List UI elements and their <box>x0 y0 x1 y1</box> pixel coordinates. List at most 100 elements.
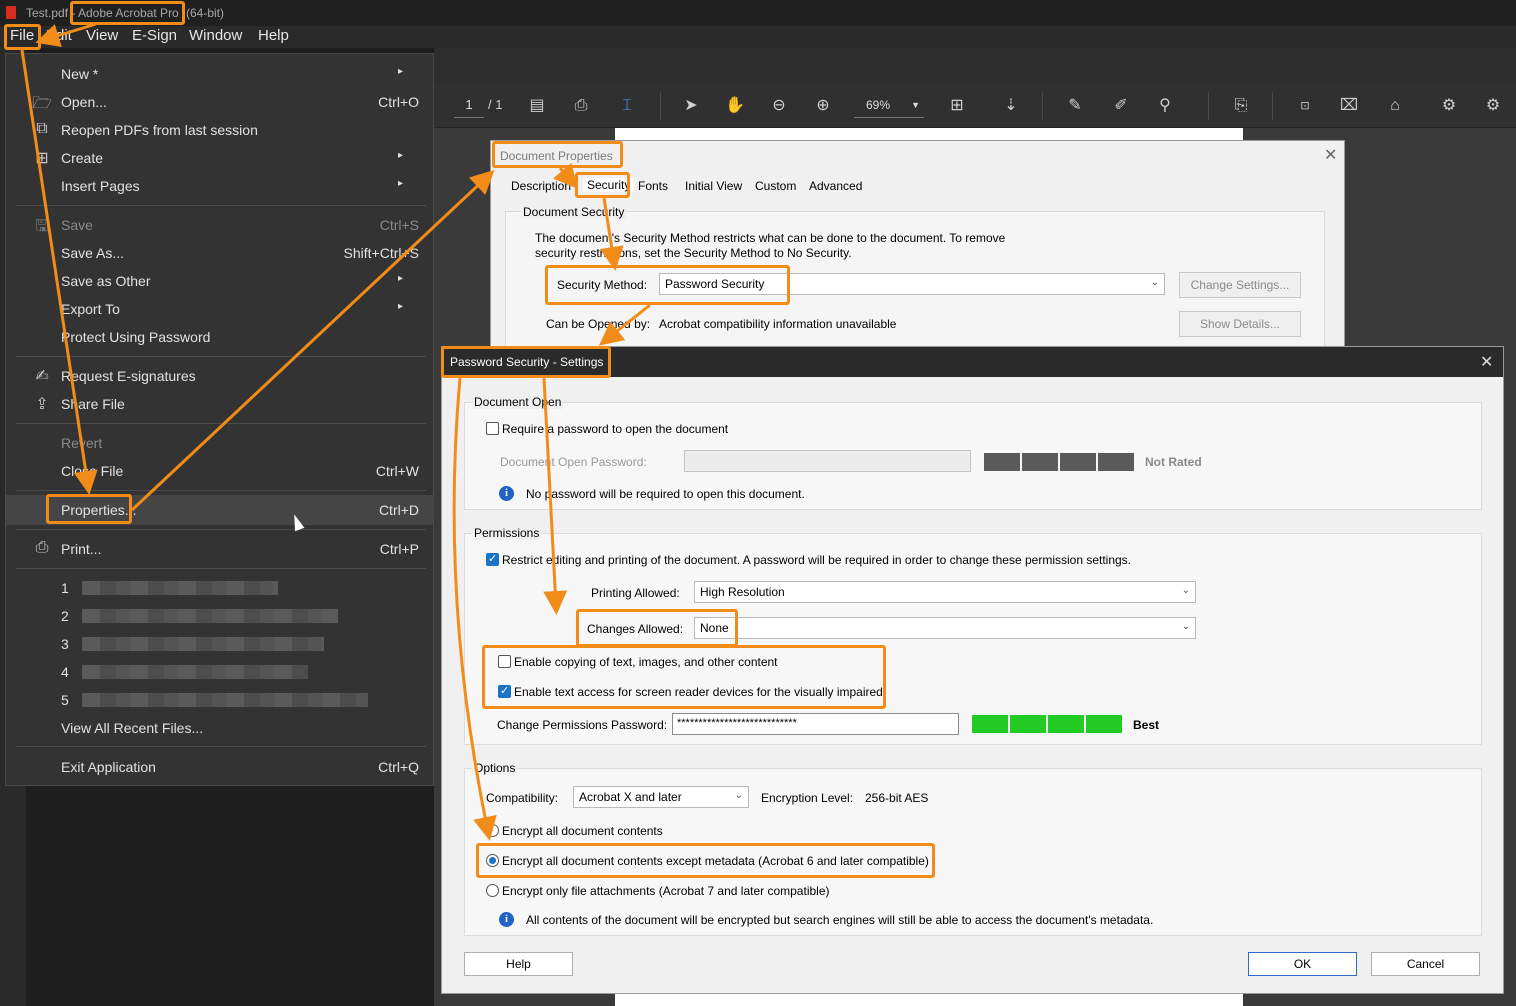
page-thumbnails-icon[interactable]: ▤ <box>526 95 548 117</box>
menu-item-protect[interactable]: Protect Using Password <box>6 325 433 349</box>
chevron-down-icon: ⌄ <box>734 790 743 801</box>
compatibility-select[interactable]: Acrobat X and later ⌄ <box>573 786 749 808</box>
recent-file-number: 2 <box>61 608 69 624</box>
menu-help[interactable]: Help <box>258 27 289 44</box>
menu-item-new[interactable]: New * ▸ <box>6 62 433 86</box>
stamp-icon[interactable]: ⚲ <box>1154 95 1176 117</box>
page-display-icon[interactable]: ⊞ <box>946 95 968 117</box>
chevron-down-icon: ⌄ <box>1181 585 1190 596</box>
encrypt-attachments-radio[interactable] <box>486 884 499 897</box>
menu-item-open[interactable]: 🗁 Open... Ctrl+O <box>6 90 433 114</box>
page-number-input[interactable]: 1 <box>454 92 484 118</box>
encrypt-attachments-label: Encrypt only file attachments (Acrobat 7… <box>502 884 830 898</box>
strength-rating: Best <box>1133 718 1160 732</box>
print-icon[interactable]: ⎙ <box>570 95 592 117</box>
document-settings-icon[interactable]: ⚙ <box>1438 95 1460 117</box>
submenu-arrow-icon: ▸ <box>398 273 404 284</box>
recent-file-5[interactable]: 5 <box>6 688 433 712</box>
menu-item-view-all-recent[interactable]: View All Recent Files... <box>6 716 433 740</box>
menu-separator <box>16 568 426 569</box>
annotation-box-encryption-option <box>476 843 935 878</box>
menu-item-label: Open... <box>61 94 107 110</box>
scroll-mode-icon[interactable]: ⇣ <box>1000 95 1022 117</box>
menu-item-reopen[interactable]: ⧉ Reopen PDFs from last session <box>6 118 433 142</box>
menu-item-label: Save <box>61 217 93 233</box>
blurred-filename <box>82 609 338 623</box>
tab-fonts[interactable]: Fonts <box>638 179 668 193</box>
tab-advanced[interactable]: Advanced <box>809 179 862 193</box>
menu-view[interactable]: View <box>86 27 118 44</box>
menu-item-label: Save As... <box>61 245 125 261</box>
help-button[interactable]: Help <box>464 952 573 976</box>
ok-button[interactable]: OK <box>1248 952 1357 976</box>
menu-item-save[interactable]: 🖫 Save Ctrl+S <box>6 213 433 237</box>
recent-file-1[interactable]: 1 <box>6 576 433 600</box>
close-icon[interactable]: ✕ <box>1480 352 1493 372</box>
cancel-button[interactable]: Cancel <box>1371 952 1480 976</box>
tab-custom[interactable]: Custom <box>755 179 796 193</box>
recent-file-4[interactable]: 4 <box>6 660 433 684</box>
strength-meter-segment <box>1098 453 1134 471</box>
preferences-icon[interactable]: ⚙ <box>1482 95 1504 117</box>
encrypt-all-radio[interactable] <box>486 824 499 837</box>
menu-item-save-as[interactable]: Save As... Shift+Ctrl+S <box>6 241 433 265</box>
change-permissions-password-input[interactable]: **************************** <box>672 713 959 735</box>
menu-item-exit[interactable]: Exit Application Ctrl+Q <box>6 755 433 779</box>
menu-item-label: Request E-signatures <box>61 368 196 384</box>
menu-item-export-to[interactable]: Export To ▸ <box>6 297 433 321</box>
page-fit-icon[interactable]: ⌶ <box>616 95 638 117</box>
doc-open-password-input[interactable] <box>684 450 971 472</box>
fill-sign-icon[interactable]: ✎ <box>1064 95 1086 117</box>
info-icon: i <box>499 486 514 501</box>
select-value: Acrobat X and later <box>579 790 682 804</box>
annotation-box-file-menu <box>4 24 41 50</box>
toolbox-icon[interactable]: ⌂ <box>1384 95 1406 117</box>
menu-item-create[interactable]: ⊞ Create ▸ <box>6 146 433 170</box>
restrict-editing-checkbox[interactable] <box>486 552 499 566</box>
menu-item-label: View All Recent Files... <box>61 720 204 736</box>
encryption-level-value: 256-bit AES <box>865 791 929 805</box>
menu-item-request-esign[interactable]: ✍ Request E-signatures <box>6 364 433 388</box>
printing-allowed-select[interactable]: High Resolution ⌄ <box>694 581 1196 603</box>
annotation-box-copy-options <box>482 645 886 709</box>
submenu-arrow-icon: ▸ <box>398 178 404 189</box>
select-value: High Resolution <box>700 585 785 599</box>
menu-item-close-file[interactable]: Close File Ctrl+W <box>6 459 433 483</box>
annotation-box-doc-props-title <box>492 141 623 168</box>
recent-file-2[interactable]: 2 <box>6 604 433 628</box>
text-field-icon[interactable]: ⌧ <box>1338 95 1360 117</box>
select-cursor-icon[interactable]: ➤ <box>680 95 702 117</box>
encryption-level-label: Encryption Level: <box>761 791 854 805</box>
show-details-button[interactable]: Show Details... <box>1179 311 1301 337</box>
print-production-icon[interactable]: ⎘ <box>1230 95 1252 117</box>
menu-window[interactable]: Window <box>189 27 242 44</box>
zoom-out-icon[interactable]: ⊖ <box>768 95 790 117</box>
menu-edit[interactable]: Edit <box>46 27 72 44</box>
menu-separator <box>16 205 426 206</box>
menu-item-revert[interactable]: Revert <box>6 431 433 455</box>
annotation-box-properties <box>46 494 132 524</box>
close-icon[interactable]: ✕ <box>1324 145 1337 165</box>
menu-item-insert-pages[interactable]: Insert Pages ▸ <box>6 174 433 198</box>
changes-allowed-select[interactable]: None ⌄ <box>694 617 1196 639</box>
hand-tool-icon[interactable]: ✋ <box>724 95 746 117</box>
menu-esign[interactable]: E-Sign <box>132 27 177 44</box>
annotation-box-app-name <box>70 1 185 25</box>
menu-item-save-as-other[interactable]: Save as Other ▸ <box>6 269 433 293</box>
create-pdf-icon: ⊞ <box>35 150 49 167</box>
highlight-icon[interactable]: ✐ <box>1110 95 1132 117</box>
menu-item-print[interactable]: ⎙ Print... Ctrl+P <box>6 537 433 561</box>
tab-description[interactable]: Description <box>511 179 571 193</box>
submenu-arrow-icon: ▸ <box>398 301 404 312</box>
ok-button-icon[interactable]: ⊡ <box>1294 95 1316 117</box>
no-password-note: No password will be required to open thi… <box>526 487 805 501</box>
chevron-down-icon: ⌄ <box>1150 277 1159 288</box>
recent-file-3[interactable]: 3 <box>6 632 433 656</box>
info-icon: i <box>499 912 514 927</box>
zoom-select[interactable]: 69% ▼ <box>854 92 924 118</box>
zoom-in-icon[interactable]: ⊕ <box>812 95 834 117</box>
change-settings-button[interactable]: Change Settings... <box>1179 272 1301 298</box>
tab-initial-view[interactable]: Initial View <box>685 179 742 193</box>
menu-item-share-file[interactable]: ⇪ Share File <box>6 392 433 416</box>
require-password-checkbox[interactable] <box>486 422 499 435</box>
